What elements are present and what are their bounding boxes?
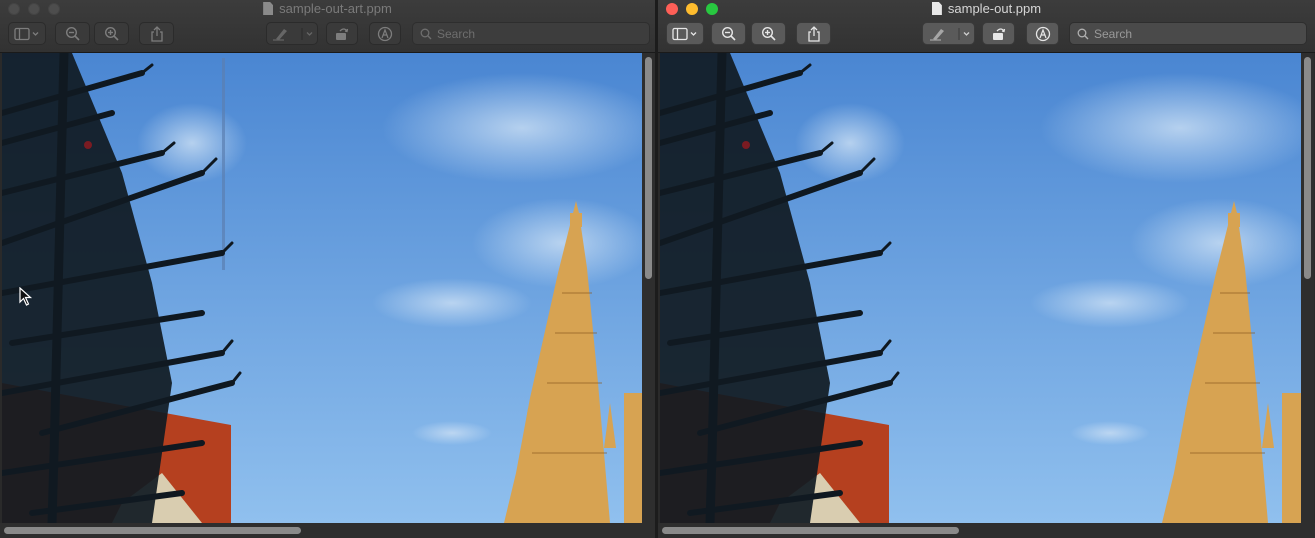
search-icon <box>420 28 432 39</box>
highlight-button[interactable] <box>266 22 318 45</box>
highlighter-icon <box>929 27 969 41</box>
share-icon <box>807 25 820 42</box>
zoom-out-button[interactable] <box>711 22 746 45</box>
zoom-in-icon <box>104 26 119 41</box>
mouse-cursor <box>19 287 33 306</box>
cloud <box>137 103 247 183</box>
vertical-scroll-thumb[interactable] <box>1304 57 1311 279</box>
sidebar-toggle-icon <box>14 27 39 40</box>
document-icon <box>263 2 274 15</box>
zoom-in-button[interactable] <box>751 22 786 45</box>
cloud <box>412 421 492 445</box>
markup-icon <box>1035 26 1050 41</box>
share-button[interactable] <box>139 22 174 45</box>
search-input[interactable] <box>437 26 617 41</box>
zoom-in-icon <box>761 26 776 41</box>
window-title-text: sample-out.ppm <box>947 1 1042 16</box>
highlight-button[interactable] <box>922 22 975 45</box>
titlebar: sample-out-art.ppm <box>0 0 655 53</box>
cloud <box>1030 278 1190 328</box>
zoom-in-button[interactable] <box>94 22 129 45</box>
cloud <box>795 103 905 183</box>
cloud <box>372 278 532 328</box>
zoom-out-icon <box>65 26 80 41</box>
cloud <box>1070 421 1150 445</box>
document-icon <box>931 2 942 15</box>
markup-button[interactable] <box>369 22 401 45</box>
markup-icon <box>377 26 393 41</box>
horizontal-scroll-thumb[interactable] <box>4 527 301 534</box>
highlighter-icon <box>273 27 313 41</box>
light-dot <box>84 141 92 149</box>
vertical-scrollbar[interactable] <box>1301 53 1314 523</box>
sidebar-button[interactable] <box>8 22 46 45</box>
horizontal-scroll-thumb[interactable] <box>662 527 959 534</box>
artifact-line <box>222 58 225 270</box>
light-dot <box>742 141 750 149</box>
photo-image <box>660 53 1301 523</box>
horizontal-scrollbar[interactable] <box>0 523 655 538</box>
vertical-scrollbar[interactable] <box>642 53 655 523</box>
sidebar-button[interactable] <box>666 22 704 45</box>
share-button[interactable] <box>796 22 831 45</box>
zoom-out-icon <box>721 26 736 41</box>
search-field[interactable] <box>1069 22 1307 45</box>
window-title-text: sample-out-art.ppm <box>279 1 392 16</box>
sidebar-toggle-icon <box>672 27 697 40</box>
screen: sample-out-art.ppm Search sample-out.ppm… <box>0 0 1315 538</box>
window-title: sample-out.ppm <box>658 1 1315 17</box>
rotate-icon <box>336 27 349 40</box>
preview-window-right: sample-out.ppm <box>658 0 1315 538</box>
zoom-out-button[interactable] <box>55 22 90 45</box>
window-title: sample-out-art.ppm <box>0 1 655 17</box>
rotate-button[interactable] <box>982 22 1015 45</box>
markup-button[interactable] <box>1026 22 1059 45</box>
chevron-down-icon <box>690 31 697 36</box>
rotate-button[interactable] <box>326 22 358 45</box>
titlebar: sample-out.ppm <box>658 0 1315 53</box>
horizontal-scrollbar[interactable] <box>658 523 1315 538</box>
vertical-scroll-thumb[interactable] <box>645 57 652 279</box>
search-icon <box>1077 28 1089 39</box>
rotate-icon <box>992 27 1005 40</box>
search-field[interactable] <box>412 22 650 45</box>
preview-window-left: sample-out-art.ppm <box>0 0 655 538</box>
photo-image <box>2 53 643 523</box>
chevron-down-icon <box>32 31 39 36</box>
search-input[interactable] <box>1094 26 1274 41</box>
share-icon <box>150 25 163 42</box>
